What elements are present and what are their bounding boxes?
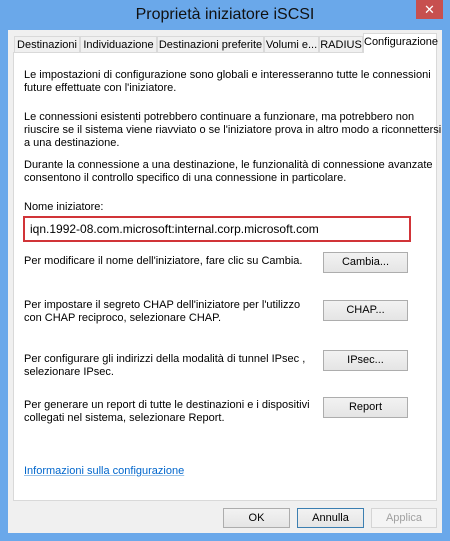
connections-text-line: a una destinazione. xyxy=(24,137,120,149)
intro-text-line: Le impostazioni di configurazione sono g… xyxy=(24,69,431,81)
report-text-line: collegati nel sistema, selezionare Repor… xyxy=(24,412,225,424)
ipsec-text-line: selezionare IPsec. xyxy=(24,366,114,378)
change-text: Per modificare il nome dell'iniziatore, … xyxy=(24,255,303,267)
ipsec-button[interactable]: IPsec... xyxy=(323,350,408,371)
connections-text-line: riuscire se il sistema viene riavviato o… xyxy=(24,124,442,136)
window-title: Proprietà iniziatore iSCSI xyxy=(135,6,315,23)
change-button[interactable]: Cambia... xyxy=(323,252,408,273)
close-icon[interactable]: ✕ xyxy=(416,0,443,19)
ok-button[interactable]: OK xyxy=(223,508,290,528)
tab-destinazioni[interactable]: Destinazioni xyxy=(14,36,80,53)
ipsec-text-line: Per configurare gli indirizzi della moda… xyxy=(24,353,306,365)
tab-destinazioni-preferite[interactable]: Destinazioni preferite xyxy=(157,36,264,53)
connections-text-line: Le connessioni esistenti potrebbero cont… xyxy=(24,111,415,123)
report-text-line: Per generare un report di tutte le desti… xyxy=(24,399,310,411)
initiator-name-label: Nome iniziatore: xyxy=(24,201,104,213)
initiator-name-field[interactable]: iqn.1992-08.com.microsoft:internal.corp.… xyxy=(23,216,411,242)
report-button[interactable]: Report xyxy=(323,397,408,418)
chap-text-line: Per impostare il segreto CHAP dell'inizi… xyxy=(24,299,301,311)
chap-button[interactable]: CHAP... xyxy=(323,300,408,321)
apply-button[interactable]: Applica xyxy=(371,508,437,528)
tab-configurazione[interactable]: Configurazione xyxy=(363,33,438,53)
tab-individuazione[interactable]: Individuazione xyxy=(80,36,157,53)
config-info-link[interactable]: Informazioni sulla configurazione xyxy=(24,465,184,477)
advanced-text-line: consentono il controllo specifico di una… xyxy=(24,172,347,184)
intro-text-line: future effettuate con l'iniziatore. xyxy=(24,82,177,94)
tab-radius[interactable]: RADIUS xyxy=(319,36,363,53)
tab-volumi[interactable]: Volumi e... xyxy=(264,36,319,53)
chap-text-line: con CHAP reciproco, selezionare CHAP. xyxy=(24,312,222,324)
advanced-text-line: Durante la connessione a una destinazion… xyxy=(24,159,433,171)
cancel-button[interactable]: Annulla xyxy=(297,508,364,528)
